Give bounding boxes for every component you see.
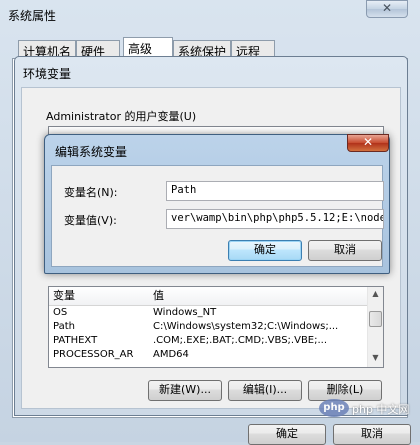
edit-ok-button[interactable]: 确定 — [228, 240, 302, 261]
edit-system-variable-dialog: 编辑系统变量 ✕ 变量名(N): Path 变量值(V): ver\wamp\b… — [44, 134, 390, 274]
variable-value-input[interactable]: ver\wamp\bin\php\php5.5.12;E:\node\ — [166, 209, 384, 229]
scroll-thumb[interactable] — [369, 311, 382, 327]
new-variable-button[interactable]: 新建(W)... — [148, 380, 222, 401]
row-variable: OS — [53, 307, 68, 318]
edit-cancel-button[interactable]: 取消 — [308, 240, 382, 261]
user-vars-label: Administrator 的用户变量(U) — [46, 110, 197, 123]
row-variable: PROCESSOR_AR — [53, 349, 134, 360]
system-vars-scrollbar[interactable]: ▲ ▼ — [367, 287, 383, 367]
row-value: .COM;.EXE;.BAT;.CMD;.VBS;.VBE;... — [153, 335, 328, 346]
delete-variable-button[interactable]: 删除(L) — [308, 380, 382, 401]
window-title: 系统属性 — [8, 9, 57, 23]
table-row[interactable]: PROCESSOR_AR AMD64 — [53, 348, 383, 362]
table-row[interactable]: PATHEXT .COM;.EXE;.BAT;.CMD;.VBS;.VBE;... — [53, 334, 383, 348]
variable-name-input[interactable]: Path — [166, 181, 384, 201]
row-value: Windows_NT — [153, 307, 217, 318]
env-window-title: 环境变量 — [23, 67, 72, 81]
column-header-variable[interactable]: 变量 — [49, 287, 149, 305]
row-value: AMD64 — [153, 349, 189, 360]
edit-dialog-body: 变量名(N): Path 变量值(V): ver\wamp\bin\php\ph… — [51, 165, 384, 267]
edit-variable-button[interactable]: 编辑(I)... — [228, 380, 302, 401]
table-row[interactable]: OS Windows_NT — [53, 306, 383, 320]
row-variable: Path — [53, 321, 75, 332]
outer-close-button[interactable]: ✕ — [366, 0, 408, 18]
row-value: C:\Windows\system32;C:\Windows;... — [153, 321, 339, 332]
column-header-value[interactable]: 值 — [149, 287, 349, 305]
table-row[interactable]: Path C:\Windows\system32;C:\Windows;... — [53, 320, 383, 334]
variable-name-label: 变量名(N): — [64, 186, 118, 199]
php-logo: php — [319, 399, 349, 417]
watermark-text: php 中文网 — [352, 403, 410, 416]
edit-dialog-title: 编辑系统变量 — [55, 145, 128, 159]
edit-dialog-close-button[interactable]: ✕ — [347, 134, 389, 152]
row-variable: PATHEXT — [53, 335, 98, 346]
scroll-up-icon[interactable]: ▲ — [368, 287, 383, 302]
php-logo-icon: php — [323, 402, 345, 413]
system-vars-header: 变量值 — [49, 287, 383, 306]
scroll-down-icon[interactable]: ▼ — [368, 351, 383, 366]
system-vars-list[interactable]: 变量值 OS Windows_NT Path C:\Windows\system32… — [48, 286, 384, 368]
variable-value-label: 变量值(V): — [64, 214, 117, 227]
